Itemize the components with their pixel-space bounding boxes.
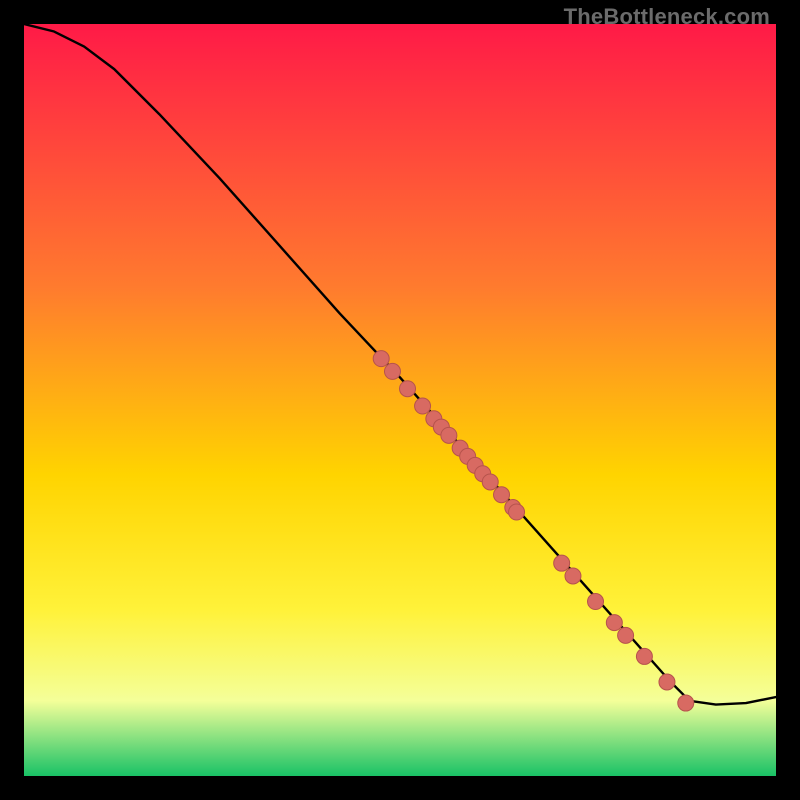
data-dot (588, 594, 604, 610)
chart-svg (24, 24, 776, 776)
data-dot (554, 555, 570, 571)
data-dot (384, 363, 400, 379)
data-dot (678, 695, 694, 711)
data-dot (373, 351, 389, 367)
data-dot (606, 615, 622, 631)
data-dot (441, 427, 457, 443)
data-dot (618, 627, 634, 643)
plot-frame (24, 24, 776, 776)
gradient-bg (24, 24, 776, 776)
data-dot (636, 648, 652, 664)
data-dot (482, 474, 498, 490)
data-dot (415, 398, 431, 414)
data-dot (494, 487, 510, 503)
data-dot (659, 674, 675, 690)
watermark-text: TheBottleneck.com (564, 4, 770, 30)
data-dot (509, 504, 525, 520)
data-dot (565, 568, 581, 584)
data-dot (400, 381, 416, 397)
